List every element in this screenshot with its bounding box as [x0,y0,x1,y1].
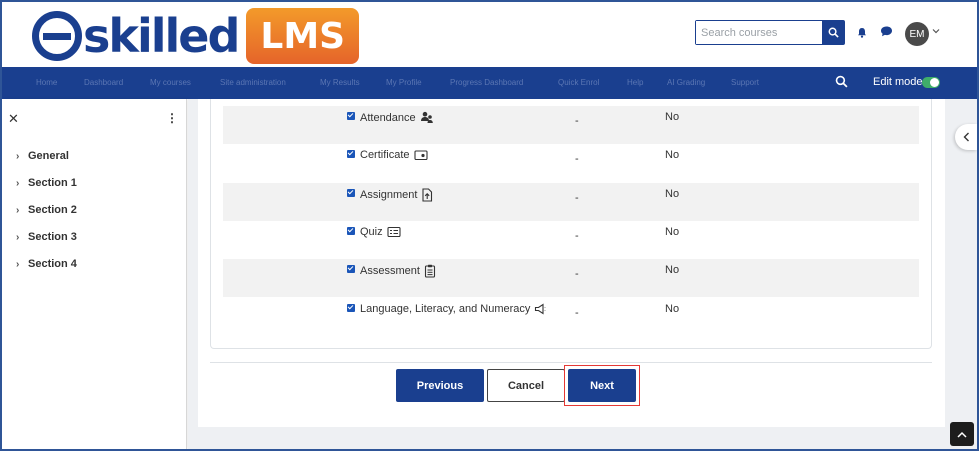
chevron-down-icon[interactable] [932,28,940,34]
activity-name: Quiz [360,226,401,238]
activity-checkbox[interactable] [347,227,355,235]
activity-dash: - [575,230,579,242]
sidebar-item-general[interactable]: › General [16,150,69,162]
table-row: Language, Literacy, and Numeracy - No [223,298,919,336]
activity-value: No [665,303,680,315]
nav-item-my-courses[interactable]: My courses [150,78,191,87]
cancel-button[interactable]: Cancel [487,369,565,402]
activity-name: Language, Literacy, and Numeracy [360,303,548,315]
activity-value: No [665,188,680,200]
chevron-right-icon: › [16,204,20,216]
nav-item-help[interactable]: Help [627,78,643,87]
activity-name: Certificate [360,149,428,161]
activity-checkbox[interactable] [347,150,355,158]
nav-item-my-profile[interactable]: My Profile [386,78,422,87]
activity-checkbox[interactable] [347,112,355,120]
sidebar-item-section-2[interactable]: › Section 2 [16,204,77,216]
close-icon[interactable]: ✕ [8,111,19,127]
activity-name: Attendance [360,111,434,124]
assessment-icon [424,264,435,278]
chat-icon[interactable] [880,25,893,38]
attendance-icon [420,111,433,123]
logo-e-mark [32,11,82,61]
activity-checkbox[interactable] [347,189,355,197]
chevron-up-icon [957,431,967,438]
certificate-icon [413,150,428,161]
table-row: Assessment - No [223,259,919,297]
assignment-icon [422,188,433,202]
nav-item-quick-enrol[interactable]: Quick Enrol [558,78,599,87]
megaphone-icon [535,303,547,315]
chevron-right-icon: › [16,231,20,243]
table-row: Attendance - No [223,106,919,144]
search-input[interactable] [696,21,822,44]
next-button-highlight [564,365,640,406]
sidebar-item-section-3[interactable]: › Section 3 [16,231,77,243]
activity-value: No [665,149,680,161]
nav-item-home[interactable]: Home [36,78,57,87]
block-drawer-toggle[interactable] [955,124,977,150]
user-avatar[interactable]: EM [905,22,929,46]
activity-value: No [665,226,680,238]
nav-item-progress-dashboard[interactable]: Progress Dashboard [450,78,523,87]
sidebar-item-section-1[interactable]: › Section 1 [16,177,77,189]
activity-value: No [665,111,680,123]
nav-item-ai-grading[interactable]: AI Grading [667,78,705,87]
activity-checkbox[interactable] [347,304,355,312]
edit-mode-label: Edit mode [873,76,923,88]
search-button[interactable] [822,21,844,44]
table-row: Quiz - No [223,221,919,259]
course-search [695,20,845,45]
sidebar-item-label: General [28,150,69,162]
chevron-right-icon: › [16,258,20,270]
bell-icon[interactable] [857,27,867,38]
activity-name: Assessment [360,264,436,278]
more-options-icon[interactable]: ⋮ [166,111,178,125]
quiz-icon [387,226,401,238]
edit-mode-toggle[interactable] [922,77,940,88]
activity-dash: - [575,153,579,165]
chevron-right-icon: › [16,150,20,162]
sidebar-item-label: Section 1 [28,177,77,189]
nav-item-site-admin[interactable]: Site administration [220,78,286,87]
search-icon [828,27,839,38]
table-row: Certificate - No [223,144,919,182]
activity-value: No [665,264,680,276]
primary-navigation: Home Dashboard My courses Site administr… [2,67,977,99]
chevron-right-icon: › [16,177,20,189]
activity-dash: - [575,115,579,127]
sidebar-item-label: Section 4 [28,258,77,270]
eskilled-logo[interactable]: skilled LMS [32,7,360,65]
chevron-left-icon [963,132,969,142]
course-index-drawer: ✕ ⋮ › General › Section 1 › Section 2 › … [2,99,187,449]
nav-item-dashboard[interactable]: Dashboard [84,78,123,87]
activity-dash: - [575,192,579,204]
nav-item-my-results[interactable]: My Results [320,78,360,87]
previous-button[interactable]: Previous [396,369,484,402]
table-row: Assignment - No [223,183,919,221]
sidebar-item-label: Section 3 [28,231,77,243]
sidebar-item-label: Section 2 [28,204,77,216]
back-to-top-button[interactable] [950,422,974,446]
nav-item-support[interactable]: Support [731,78,759,87]
activity-dash: - [575,307,579,319]
logo-lms-badge: LMS [246,8,360,64]
activity-checkbox[interactable] [347,265,355,273]
form-divider [210,362,932,363]
activity-name: Assignment [360,188,433,202]
activity-dash: - [575,268,579,280]
sidebar-item-section-4[interactable]: › Section 4 [16,258,77,270]
search-icon[interactable] [835,75,848,88]
logo-wordmark: skilled [83,9,240,63]
